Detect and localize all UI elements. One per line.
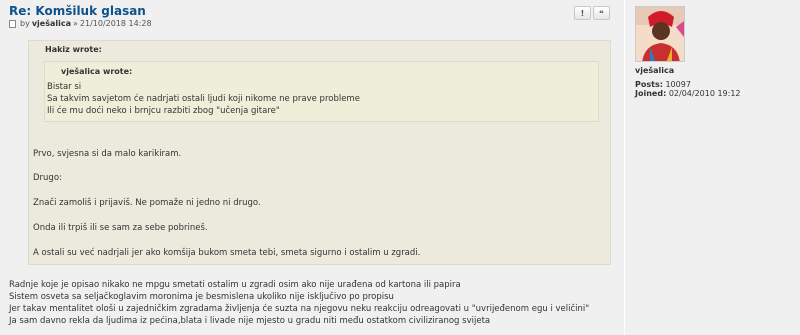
inner-quote-line: Bistar si: [47, 82, 82, 92]
post-date: 21/10/2018 14:28: [79, 19, 152, 28]
quote-text-line: Drugo:: [33, 173, 62, 183]
post-author[interactable]: vješalica: [32, 19, 71, 28]
posts-value[interactable]: 10097: [665, 80, 690, 89]
avatar-image: [636, 7, 684, 61]
post-body-line: Jer takav mentalitet ološi u zajedničkim…: [9, 304, 590, 314]
post-body-line: Ja sam davno rekla da ljudima iz pećina,…: [9, 316, 491, 326]
posts-label: Posts:: [635, 80, 663, 89]
inner-quote-line: Sa takvim savjetom će nadrjati ostali lj…: [47, 94, 360, 104]
quote-text-line: Znači zamoliš i prijaviš. Ne pomaže ni j…: [33, 198, 261, 208]
quote-text-line: A ostali su već nadrjali jer ako komšija…: [33, 248, 421, 258]
profile-joined: Joined: 02/04/2010 19:12: [635, 89, 741, 98]
inner-quote-line: Ili će mu doći neko i brnjcu razbiti zbo…: [47, 106, 280, 116]
post: Re: Komšiluk glasan by vješalica » 21/10…: [0, 0, 800, 335]
inner-quote-cite: vješalica wrote:: [61, 67, 133, 76]
joined-label: Joined:: [635, 89, 667, 98]
report-button[interactable]: !: [574, 6, 591, 20]
outer-quote: Hakiz wrote: vješalica wrote: Bistar si …: [28, 40, 611, 265]
by-label: by: [20, 19, 30, 28]
meta-separator: »: [72, 19, 78, 28]
author-profile: vješalica Posts: 10097 Joined: 02/04/201…: [624, 0, 800, 335]
inner-quote: vješalica wrote: Bistar si Sa takvim sav…: [44, 61, 599, 122]
quote-button[interactable]: ❝: [593, 6, 610, 20]
post-icon[interactable]: [9, 19, 16, 28]
quote-text-line: Prvo, svjesna si da malo karikiram.: [33, 149, 182, 159]
avatar[interactable]: [635, 6, 685, 62]
quote-text-line: Onda ili trpiš ili se sam za sebe pobrin…: [33, 223, 208, 233]
post-meta: by vješalica » 21/10/2018 14:28: [9, 19, 152, 28]
post-body-line: Radnje koje je opisao nikako ne mpgu sme…: [9, 280, 461, 290]
post-title[interactable]: Re: Komšiluk glasan: [9, 4, 146, 18]
outer-quote-cite: Hakiz wrote:: [45, 45, 102, 54]
profile-posts: Posts: 10097: [635, 80, 691, 89]
post-body-line: Sistem osveta sa seljačkoglavim moronima…: [9, 292, 394, 302]
joined-value: 02/04/2010 19:12: [668, 89, 741, 98]
profile-username[interactable]: vješalica: [635, 66, 674, 75]
